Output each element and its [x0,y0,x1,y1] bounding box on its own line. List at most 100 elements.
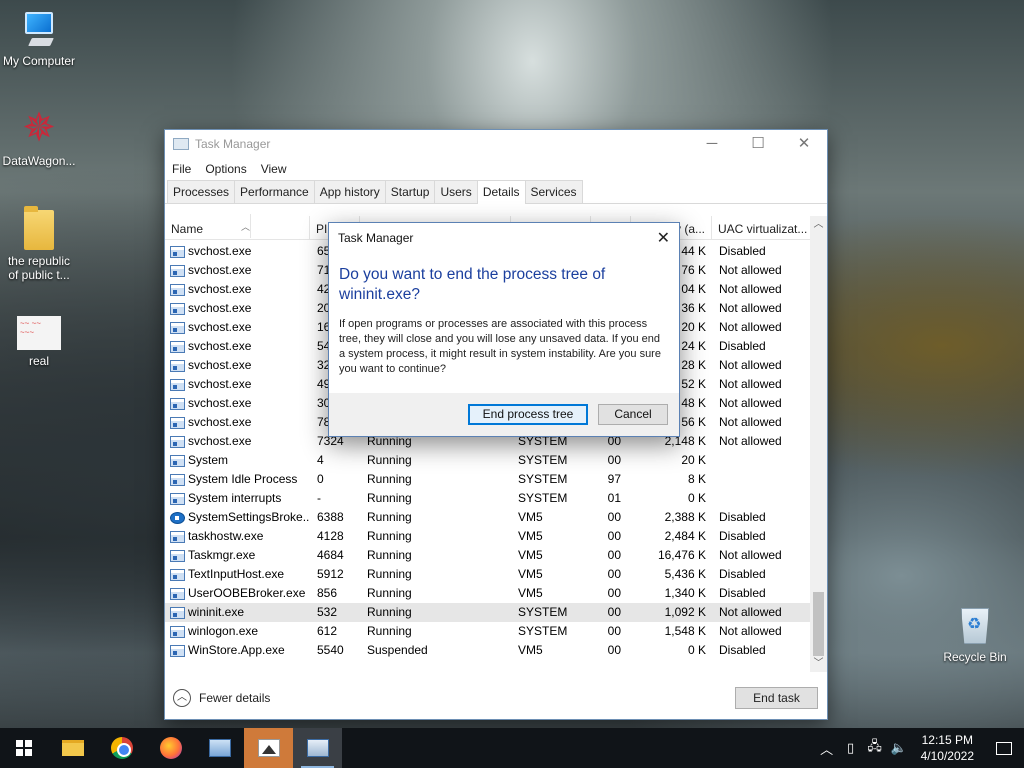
desktop-icon-my-computer[interactable]: My Computer [0,10,81,68]
pid-cell: 612 [317,624,338,638]
start-button[interactable] [0,728,48,768]
table-row[interactable]: System interrupts - Running SYSTEM 01 0 K [165,489,811,508]
maximize-icon[interactable]: ☐ [735,130,781,158]
tab-processes[interactable]: Processes [167,180,236,203]
taskbar-firefox[interactable] [146,728,195,768]
pid-cell: 5540 [317,643,344,657]
status-cell: Running [367,624,412,638]
close-icon[interactable]: ✕ [657,228,670,248]
table-row[interactable]: Taskmgr.exe 4684 Running VM5 00 16,476 K Not a… [165,546,811,565]
taskbar-photos[interactable] [244,728,293,768]
desktop-icon-label: My Computer [2,54,76,68]
scroll-up-icon[interactable]: ︿ [810,216,827,233]
tab-bar: Processes Performance App history Startu… [165,180,827,204]
tab-app-history[interactable]: App history [313,180,386,203]
desktop-icon-recycle-bin[interactable]: ♻ Recycle Bin [933,602,1017,664]
windows-logo-icon [16,740,32,756]
process-icon [170,435,185,448]
notification-center-button[interactable] [984,728,1024,768]
process-icon [170,587,185,600]
cpu-cell: 00 [607,605,621,619]
process-icon [170,492,185,505]
network-icon[interactable]: 🖧 [863,737,887,759]
title-bar[interactable]: Task Manager ─ ☐ ✕ [165,130,827,158]
taskbar-chrome[interactable] [97,728,146,768]
tab-performance[interactable]: Performance [234,180,315,203]
table-row[interactable]: System Idle Process 0 Running SYSTEM 97 8 K [165,470,811,489]
tablet-icon[interactable]: ▯ [839,740,863,756]
uac-cell: Not allowed [719,396,782,410]
process-name: winlogon.exe [188,624,259,638]
desktop-icon-datawagon[interactable]: ✵ DataWagon... [0,106,81,168]
process-icon [170,644,185,657]
status-cell: Running [367,605,412,619]
table-row[interactable]: UserOOBEBroker.exe 856 Running VM5 00 1,340 K… [165,584,811,603]
volume-icon[interactable]: 🔈 [887,740,911,756]
table-row[interactable]: winlogon.exe 612 Running SYSTEM 00 1,548 K Not… [165,622,811,641]
taskbar: ︿ ▯ 🖧 🔈 12:15 PM 4/10/2022 [0,728,1024,768]
tab-details[interactable]: Details [476,180,526,204]
taskbar-file-explorer[interactable] [48,728,97,768]
menu-options[interactable]: Options [205,162,246,176]
uac-cell [712,489,811,508]
process-name-cell: svchost.exe [165,280,310,299]
end-task-button[interactable]: End task [735,687,818,709]
memory-cell: 0 K [687,643,706,657]
pid-cell: 4 [317,453,324,467]
process-name: svchost.exe [188,339,252,353]
tab-users[interactable]: Users [434,180,478,203]
table-row[interactable]: WinStore.App.exe 5540 Suspended VM5 00 0 K Dis… [165,641,811,660]
process-name: svchost.exe [188,434,252,448]
uac-cell: Not allowed [719,282,782,296]
end-process-tree-button[interactable]: End process tree [468,404,588,425]
footer: ︿ Fewer details End task [165,678,827,718]
table-row[interactable]: wininit.exe 532 Running SYSTEM 00 1,092 K Not … [165,603,811,622]
memory-cell: 2,388 K [664,510,706,524]
desktop-icon-label: the republic of public t... [7,254,71,282]
table-row[interactable]: SystemSettingsBroke... 6388 Running VM5 00 2,… [165,508,811,527]
user-cell: VM5 [518,510,543,524]
chevron-up-icon[interactable]: ︿ [815,739,839,758]
uac-cell: Not allowed [719,605,782,619]
process-icon [170,245,185,258]
system-tray: ︿ ▯ 🖧 🔈 12:15 PM 4/10/2022 [815,728,1024,768]
scroll-thumb[interactable] [813,592,824,656]
status-cell: Running [367,567,412,581]
table-row[interactable]: System 4 Running SYSTEM 00 20 K [165,451,811,470]
menu-view[interactable]: View [261,162,287,176]
memory-cell: 16,476 K [657,548,706,562]
process-name: taskhostw.exe [188,529,264,543]
scroll-down-icon[interactable]: ﹀ [810,655,827,672]
process-name: UserOOBEBroker.exe [188,586,306,600]
vertical-scrollbar[interactable]: ︿ ﹀ [810,216,827,672]
fewer-details-button[interactable]: ︿ Fewer details [173,689,270,707]
cpu-cell: 01 [607,491,621,505]
status-cell: Running [367,491,412,505]
taskbar-task-manager[interactable] [293,728,342,768]
table-row[interactable]: taskhostw.exe 4128 Running VM5 00 2,484 K Disa… [165,527,811,546]
process-name: WinStore.App.exe [188,643,285,657]
process-icon [170,397,185,410]
tab-startup[interactable]: Startup [384,180,436,203]
tab-services[interactable]: Services [524,180,583,203]
uac-cell: Not allowed [719,301,782,315]
process-name: svchost.exe [188,263,252,277]
process-name-cell: winlogon.exe [165,622,310,641]
process-name-cell: wininit.exe [165,603,310,622]
table-row[interactable]: TextInputHost.exe 5912 Running VM5 00 5,436 K… [165,565,811,584]
memory-cell: 0 K [687,491,706,505]
taskbar-network-computer[interactable] [195,728,244,768]
clock[interactable]: 12:15 PM 4/10/2022 [911,732,984,764]
desktop-icon-folder[interactable]: the republic of public t... [0,206,81,282]
menu-file[interactable]: File [172,162,191,176]
cancel-button[interactable]: Cancel [598,404,668,425]
column-uac[interactable]: UAC virtualizat... [712,215,811,240]
uac-cell: Not allowed [719,415,782,429]
process-icon [170,625,185,638]
close-icon[interactable]: ✕ [781,130,827,158]
pid-cell: 856 [317,586,338,600]
desktop-icon-real[interactable]: ~~ ~~ ~~~ real [0,316,81,368]
memory-cell: 20 K [681,453,706,467]
minimize-icon[interactable]: ─ [689,130,735,158]
process-name-cell: System Idle Process [165,470,310,489]
